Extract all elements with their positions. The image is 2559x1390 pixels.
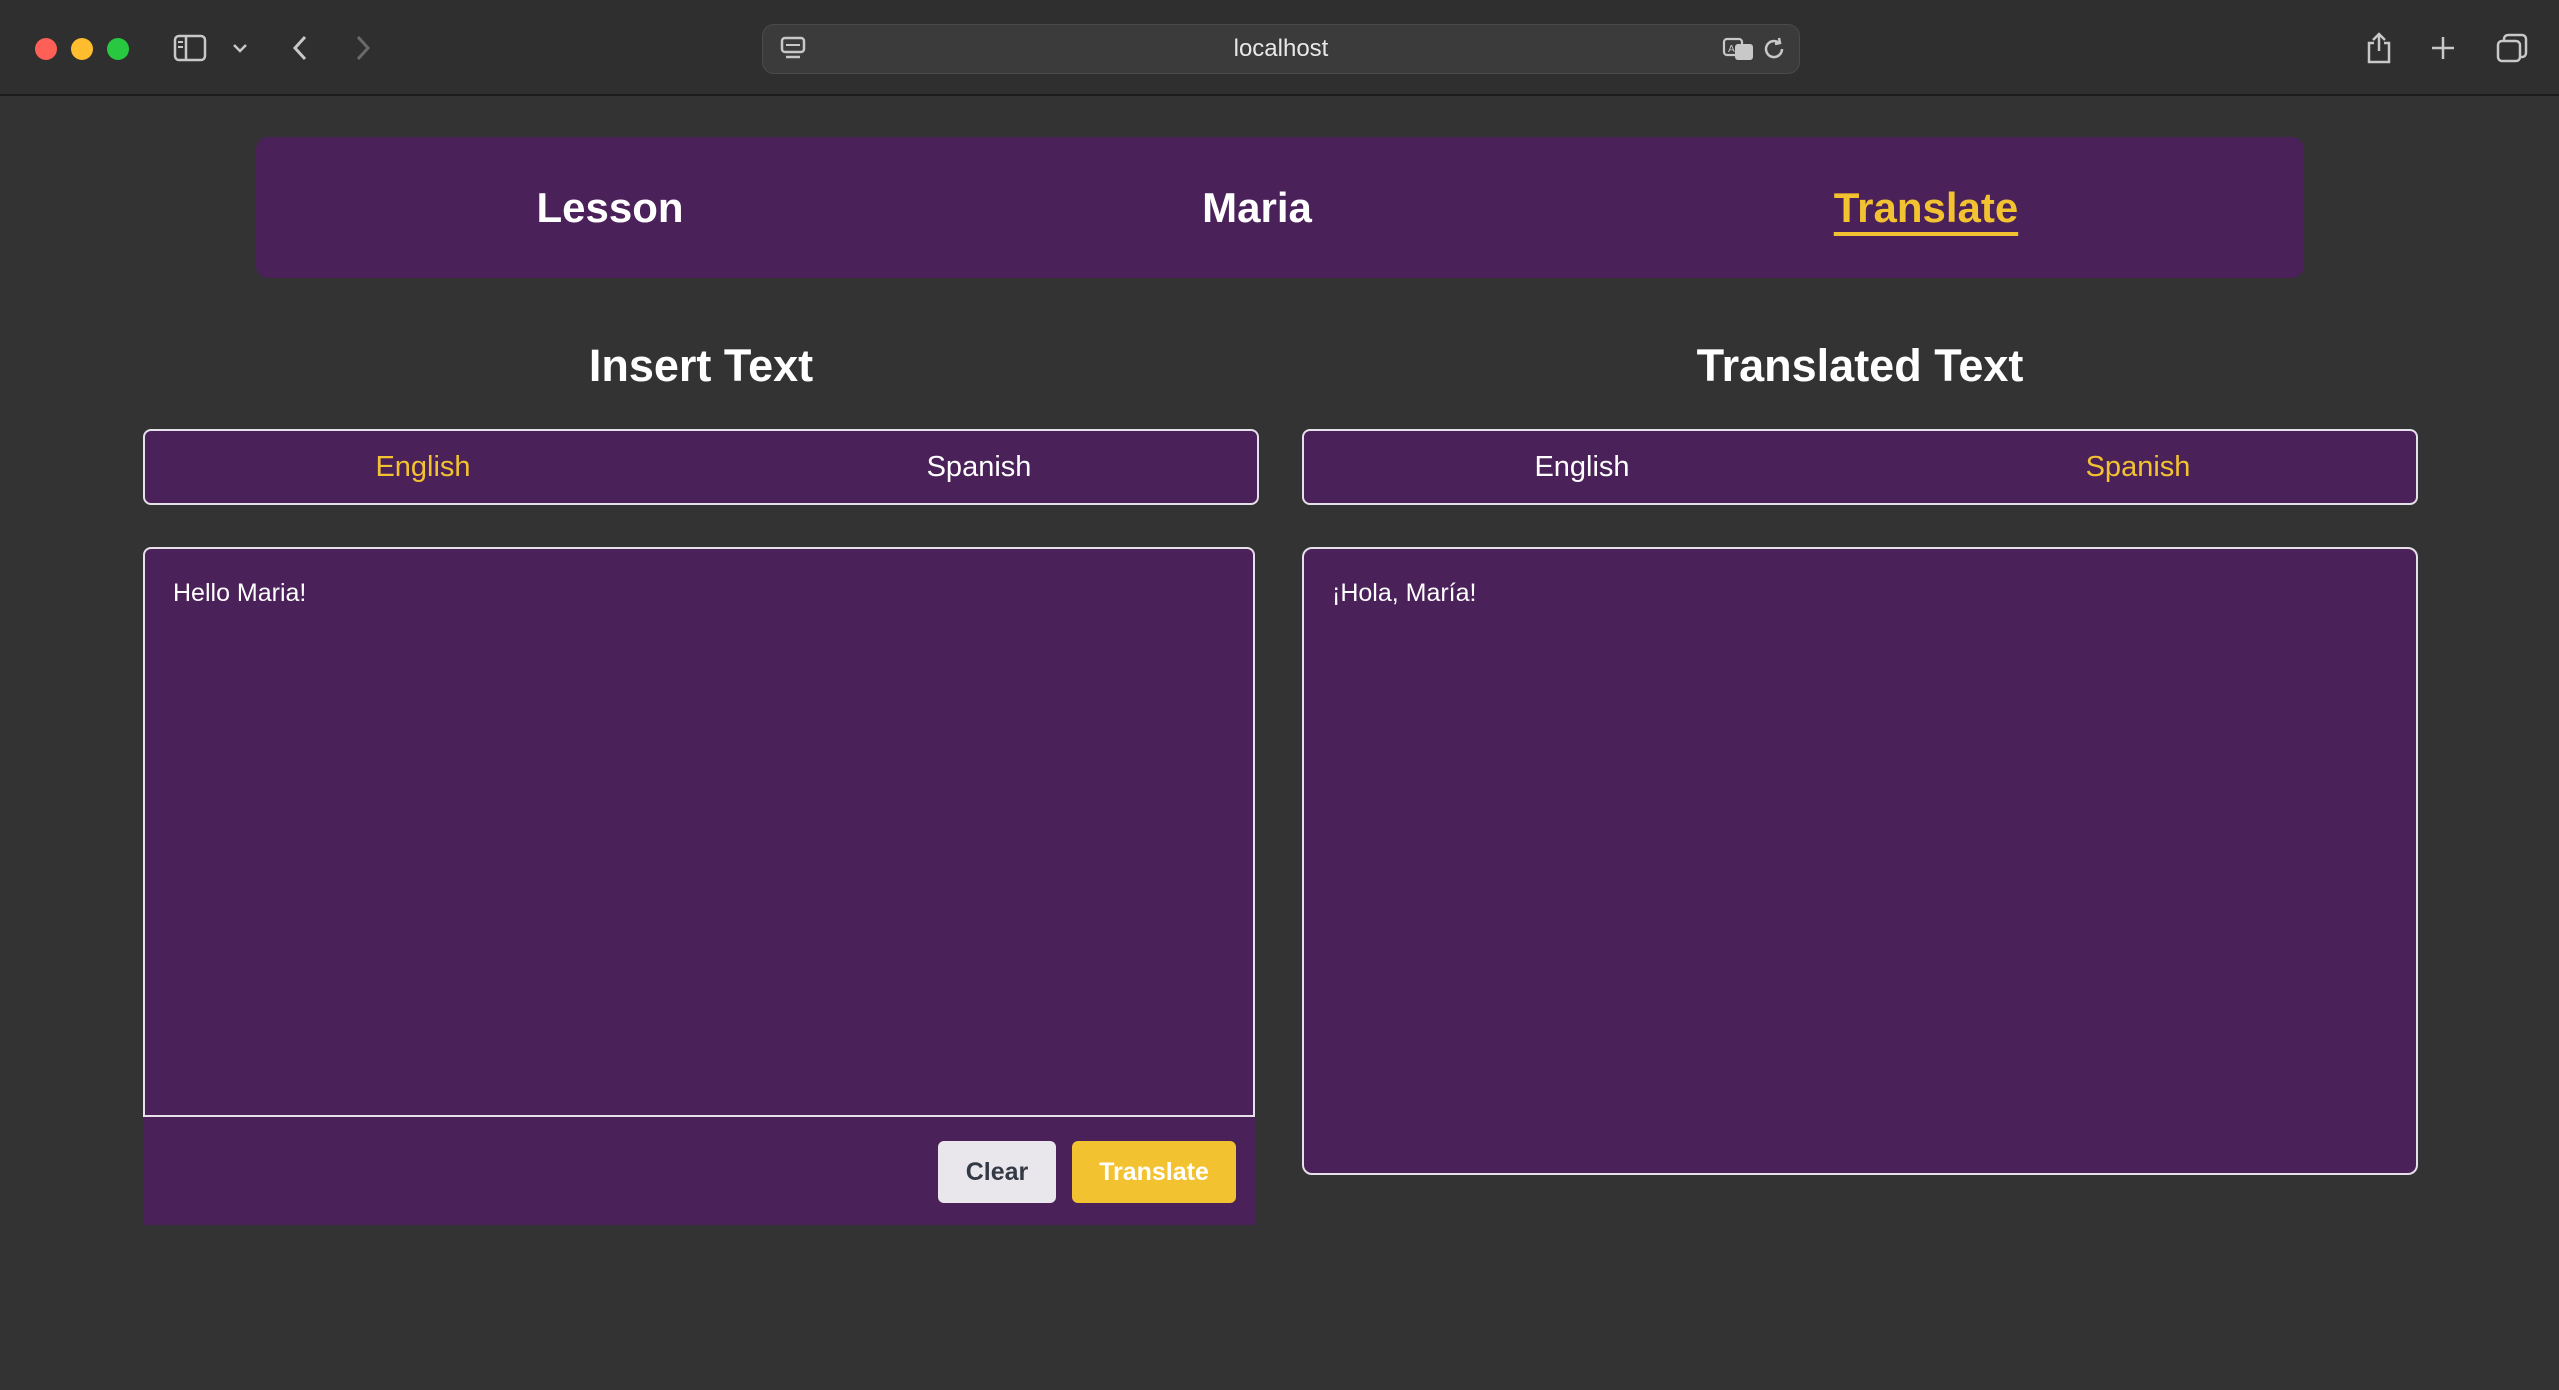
source-lang-english[interactable]: English (145, 431, 701, 503)
translated-text-heading: Translated Text (1696, 340, 2024, 391)
minimize-window-button[interactable] (71, 38, 93, 60)
new-tab-icon[interactable] (2428, 28, 2458, 68)
zoom-window-button[interactable] (107, 38, 129, 60)
translate-page-icon[interactable]: A (1719, 29, 1759, 69)
source-language-selector: English Spanish (143, 429, 1259, 505)
target-lang-spanish[interactable]: Spanish (1860, 431, 2416, 503)
svg-text:A: A (1728, 44, 1735, 55)
input-actions: Clear Translate (143, 1117, 1255, 1225)
source-text-value: Hello Maria! (173, 579, 307, 607)
nav-translate[interactable]: Translate (1726, 137, 2126, 278)
tab-overview-icon[interactable] (2494, 28, 2530, 68)
back-icon[interactable] (285, 28, 315, 68)
share-icon[interactable] (2362, 28, 2396, 68)
address-bar[interactable]: localhost A (762, 24, 1800, 74)
source-text-input[interactable]: Hello Maria! (143, 547, 1255, 1117)
forward-icon[interactable] (348, 28, 378, 68)
target-language-selector: English Spanish (1302, 429, 2418, 505)
browser-toolbar: localhost A (0, 0, 2559, 96)
translated-text-output: ¡Hola, María! (1302, 547, 2418, 1175)
clear-button[interactable]: Clear (938, 1141, 1056, 1203)
nav-maria[interactable]: Maria (1057, 137, 1457, 278)
close-window-button[interactable] (35, 38, 57, 60)
source-lang-spanish[interactable]: Spanish (701, 431, 1257, 503)
target-lang-english[interactable]: English (1304, 431, 1860, 503)
sidebar-icon[interactable] (170, 28, 210, 68)
translate-button[interactable]: Translate (1072, 1141, 1236, 1203)
reload-icon[interactable] (1757, 29, 1791, 69)
main-navbar: Lesson Maria Translate (256, 137, 2304, 278)
address-text: localhost (1233, 35, 1329, 62)
insert-text-heading: Insert Text (588, 340, 814, 391)
translated-text-value: ¡Hola, María! (1332, 579, 1477, 607)
nav-lesson[interactable]: Lesson (410, 137, 810, 278)
chevron-down-icon[interactable] (228, 28, 252, 68)
